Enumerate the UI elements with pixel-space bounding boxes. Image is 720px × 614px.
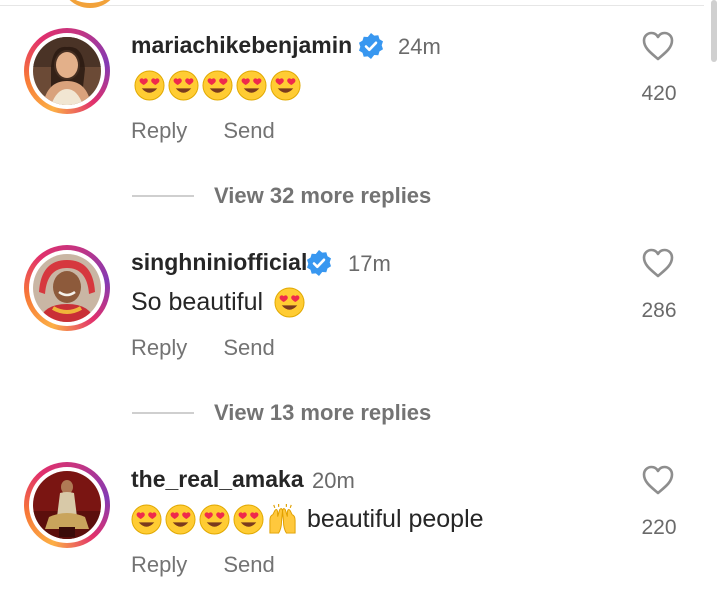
view-more-divider <box>132 412 194 414</box>
heart-eyes-emoji-icon <box>233 504 264 535</box>
like-count: 420 <box>641 82 677 105</box>
timestamp: 24m <box>398 34 441 59</box>
heart-eyes-emoji-icon <box>134 70 165 101</box>
like-heart-icon[interactable] <box>641 30 675 62</box>
avatar[interactable] <box>24 245 110 331</box>
reply-button[interactable]: Reply <box>131 552 187 577</box>
heart-eyes-emoji-icon <box>199 504 230 535</box>
heart-eyes-emoji-icon <box>202 70 233 101</box>
previous-avatar-ring-edge <box>60 0 120 8</box>
raising-hands-emoji-icon <box>269 504 296 534</box>
like-count: 220 <box>641 516 677 539</box>
username[interactable]: mariachikebenjamin <box>131 32 352 59</box>
heart-eyes-emoji-icon <box>131 504 162 535</box>
avatar[interactable] <box>24 28 110 114</box>
comment-item: singhniniofficial 17m So beautiful Reply… <box>0 235 720 385</box>
view-more-divider <box>132 195 194 197</box>
send-button[interactable]: Send <box>223 118 274 143</box>
comment-item: mariachikebenjamin 24m Reply Send 420 <box>0 18 720 168</box>
verified-badge-icon <box>307 250 331 276</box>
comment-actions: Reply Send <box>131 335 305 361</box>
comment-text: beautiful people <box>131 504 484 535</box>
view-more-replies-label: View 13 more replies <box>214 400 432 425</box>
avatar[interactable] <box>24 462 110 548</box>
view-more-replies-label: View 32 more replies <box>214 183 432 208</box>
reply-button[interactable]: Reply <box>131 335 187 360</box>
send-button[interactable]: Send <box>223 552 274 577</box>
view-more-replies-button[interactable]: View 32 more replies <box>132 181 431 211</box>
like-heart-icon[interactable] <box>641 247 675 279</box>
username[interactable]: the_real_amaka <box>131 466 304 493</box>
reply-button[interactable]: Reply <box>131 118 187 143</box>
timestamp: 20m <box>312 468 355 493</box>
view-more-replies-button[interactable]: View 13 more replies <box>132 398 431 428</box>
heart-eyes-emoji-icon <box>270 70 301 101</box>
comment-actions: Reply Send <box>131 552 305 578</box>
send-button[interactable]: Send <box>223 335 274 360</box>
comment-actions: Reply Send <box>131 118 305 144</box>
timestamp: 17m <box>348 251 391 276</box>
top-divider <box>0 5 704 6</box>
heart-eyes-emoji-icon <box>168 70 199 101</box>
like-count: 286 <box>641 299 677 322</box>
comment-text: So beautiful <box>131 287 305 318</box>
like-heart-icon[interactable] <box>641 464 675 496</box>
verified-badge-icon <box>359 33 383 59</box>
username[interactable]: singhniniofficial <box>131 249 307 276</box>
comment-item: the_real_amaka 20m beautiful people Repl… <box>0 452 720 602</box>
heart-eyes-emoji-icon <box>165 504 196 535</box>
heart-eyes-emoji-icon <box>236 70 267 101</box>
comment-text <box>131 70 301 101</box>
heart-eyes-emoji-icon <box>274 287 305 318</box>
